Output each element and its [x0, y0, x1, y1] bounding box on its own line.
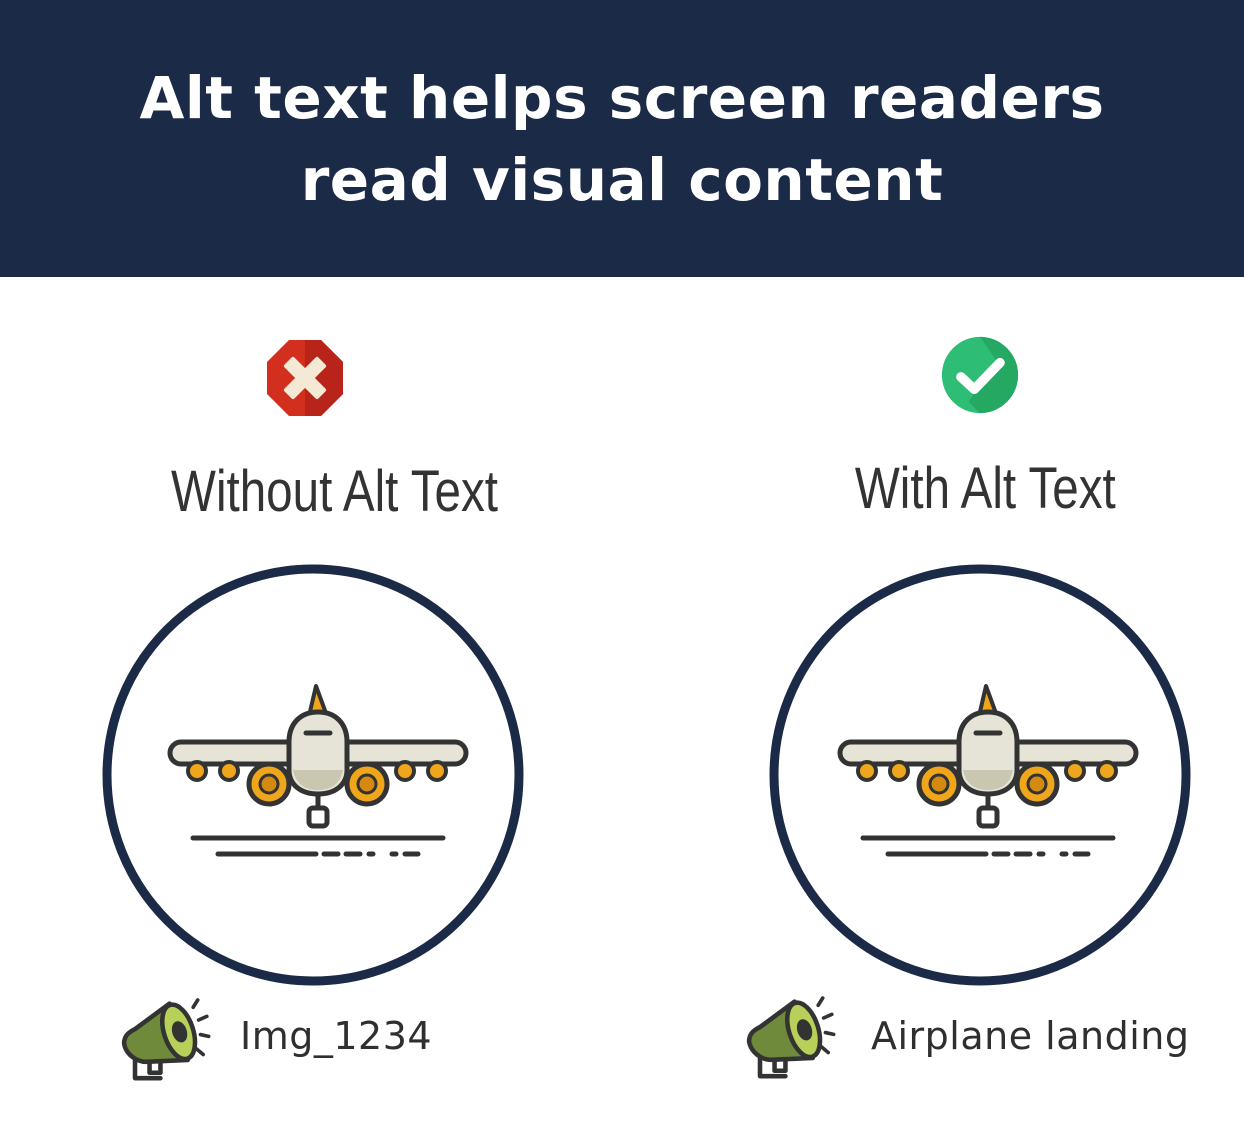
panel-without-alt-text: Without Alt Text Img_1234: [0, 277, 622, 1136]
header-title-line2: read visual content: [300, 145, 944, 214]
image-placeholder: [102, 564, 524, 986]
megaphone-icon: [115, 990, 215, 1090]
megaphone-icon: [740, 988, 840, 1088]
header-banner: Alt text helps screen readers read visua…: [0, 0, 1244, 277]
alt-text-caption: Airplane landing: [871, 1014, 1190, 1058]
header-title-line1: Alt text helps screen readers: [139, 63, 1105, 132]
alt-text-caption: Img_1234: [240, 1014, 433, 1058]
panel-with-alt-text: With Alt Text Airplane landing: [622, 277, 1244, 1136]
image-placeholder: [769, 564, 1191, 986]
